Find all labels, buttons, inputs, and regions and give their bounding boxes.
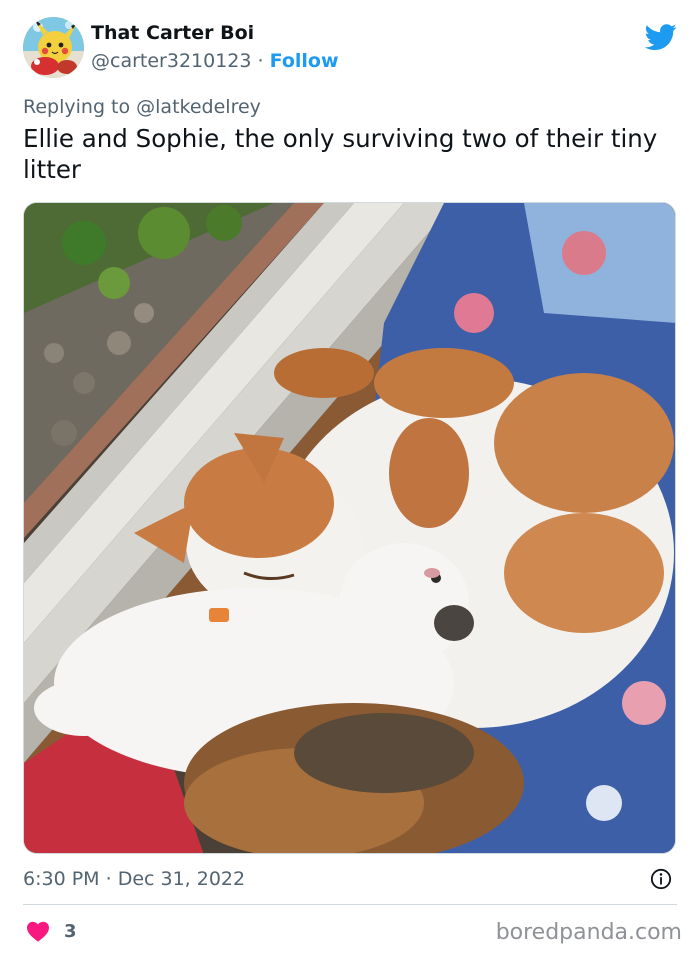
- watermark: boredpanda.com: [495, 920, 682, 945]
- tweet-text: Ellie and Sophie, the only surviving two…: [23, 124, 658, 184]
- author-display-name[interactable]: That Carter Boi: [91, 21, 339, 45]
- reply-mention-link[interactable]: @latkedelrey: [136, 96, 261, 118]
- author-handle[interactable]: @carter3210123: [91, 50, 251, 72]
- info-icon[interactable]: [650, 868, 672, 890]
- pikachu-avatar-icon: [23, 17, 84, 78]
- twitter-bird-icon[interactable]: [645, 21, 677, 53]
- reply-context: Replying to @latkedelrey: [23, 94, 261, 120]
- heart-icon: [27, 921, 49, 942]
- cats-photo: [24, 203, 675, 853]
- tweet-timestamp[interactable]: 6:30 PM · Dec 31, 2022: [23, 866, 245, 892]
- tweet-header: That Carter Boi @carter3210123 · Follow: [23, 17, 677, 79]
- follow-button[interactable]: Follow: [270, 50, 339, 72]
- reply-prefix: Replying to: [23, 96, 137, 118]
- tweet-card: That Carter Boi @carter3210123 · Follow …: [0, 0, 700, 957]
- timestamp-separator: ·: [99, 868, 118, 890]
- like-count: 3: [64, 920, 77, 942]
- author-handle-line: @carter3210123 · Follow: [91, 49, 339, 73]
- footer-divider: [23, 904, 677, 905]
- avatar[interactable]: [23, 17, 84, 78]
- handle-separator: ·: [251, 50, 270, 72]
- author-names: That Carter Boi @carter3210123 · Follow: [91, 21, 339, 73]
- timestamp-time: 6:30 PM: [23, 868, 100, 890]
- like-button[interactable]: 3: [26, 918, 77, 944]
- tweet-photo[interactable]: [23, 202, 676, 854]
- timestamp-date: Dec 31, 2022: [117, 868, 246, 890]
